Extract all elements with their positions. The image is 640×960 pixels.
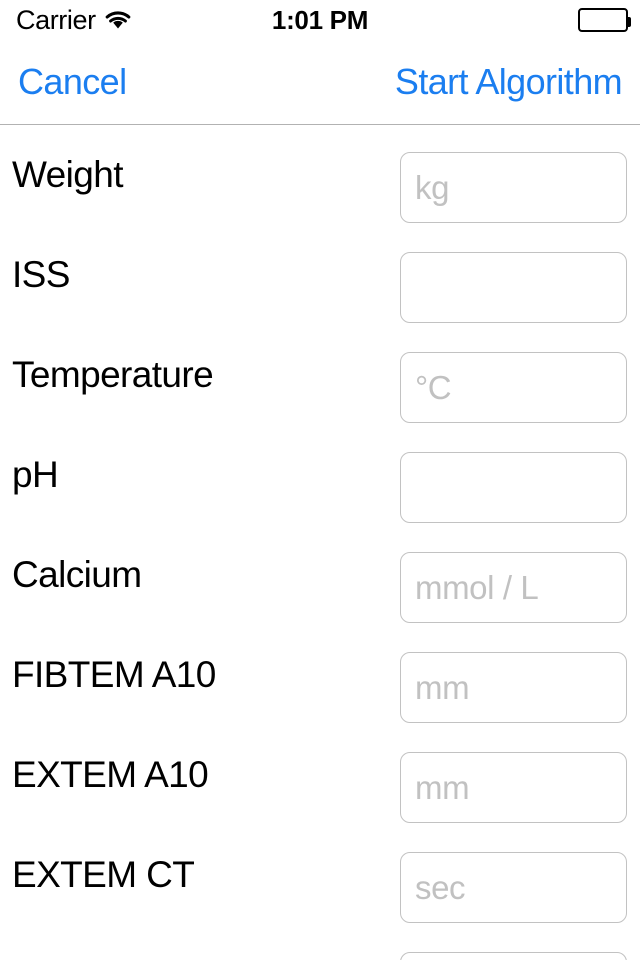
parameter-form-list[interactable]: Weight ISS Temperature pH Calcium FIBTEM… xyxy=(0,125,640,960)
temperature-input[interactable] xyxy=(400,352,627,423)
form-row-next-partial xyxy=(0,925,640,960)
row-label: EXTEM A10 xyxy=(12,754,209,795)
row-label: EXTEM CT xyxy=(12,854,195,895)
app-screen: Carrier 1:01 PM Cancel Start Algorithm W… xyxy=(0,0,640,960)
form-row-calcium: Calcium xyxy=(0,525,640,625)
row-label: ISS xyxy=(12,254,70,295)
fibtem-a10-input[interactable] xyxy=(400,652,627,723)
form-row-temperature: Temperature xyxy=(0,325,640,425)
calcium-input[interactable] xyxy=(400,552,627,623)
form-row-ph: pH xyxy=(0,425,640,525)
row-label: pH xyxy=(12,454,59,495)
row-label: FIBTEM A10 xyxy=(12,654,216,695)
row-label: Weight xyxy=(12,154,123,195)
form-row-fibtem-a10: FIBTEM A10 xyxy=(0,625,640,725)
status-bar-right xyxy=(578,8,631,32)
form-row-iss: ISS xyxy=(0,225,640,325)
clock-label: 1:01 PM xyxy=(271,4,369,35)
form-row-weight: Weight xyxy=(0,125,640,225)
row-label: Temperature xyxy=(12,354,214,395)
ph-input[interactable] xyxy=(400,452,627,523)
iss-input[interactable] xyxy=(400,252,627,323)
navigation-bar: Cancel Start Algorithm xyxy=(0,40,640,125)
next-partial-input[interactable] xyxy=(400,952,627,960)
battery-cap xyxy=(627,17,631,27)
extem-a10-input[interactable] xyxy=(400,752,627,823)
extem-ct-input[interactable] xyxy=(400,852,627,923)
weight-input[interactable] xyxy=(400,152,627,223)
status-bar: Carrier 1:01 PM xyxy=(0,0,640,40)
form-row-extem-a10: EXTEM A10 xyxy=(0,725,640,825)
start-algorithm-button[interactable]: Start Algorithm xyxy=(395,40,623,124)
row-label: Calcium xyxy=(12,554,142,595)
battery-icon xyxy=(578,8,631,32)
form-row-extem-ct: EXTEM CT xyxy=(0,825,640,925)
cancel-button[interactable]: Cancel xyxy=(18,40,127,124)
